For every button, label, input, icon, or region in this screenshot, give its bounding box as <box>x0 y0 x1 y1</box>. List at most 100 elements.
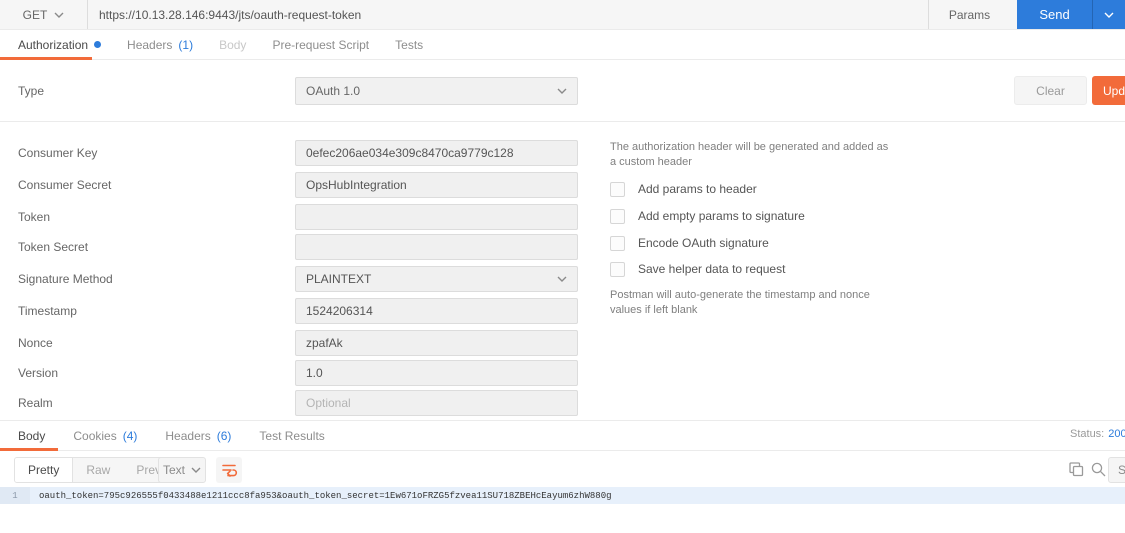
tab-response-headers[interactable]: Headers (6) <box>165 429 231 443</box>
version-input[interactable] <box>295 360 578 386</box>
checkbox-row-add-params-to-header[interactable]: Add params to header <box>610 181 757 197</box>
wrap-text-button[interactable] <box>216 457 242 483</box>
token-secret-label: Token Secret <box>18 240 89 254</box>
realm-input[interactable] <box>295 390 578 416</box>
realm-label: Realm <box>18 396 53 410</box>
consumer-key-label: Consumer Key <box>18 146 98 160</box>
auth-configured-dot-icon <box>94 41 102 48</box>
tab-response-body-label: Body <box>18 428 46 443</box>
checkbox-label: Encode OAuth signature <box>638 236 769 250</box>
version-label: Version <box>18 366 59 380</box>
tab-response-headers-count: (6) <box>216 428 232 443</box>
form-row-consumer-secret: Consumer Secret <box>0 172 600 198</box>
tab-pre-request-script[interactable]: Pre-request Script <box>272 38 369 52</box>
timestamp-label: Timestamp <box>18 304 77 318</box>
timestamp-input[interactable] <box>295 298 578 324</box>
method-dropdown[interactable]: GET <box>0 0 88 29</box>
raw-view-button[interactable]: Raw <box>73 458 123 482</box>
response-format-select[interactable]: Text <box>158 457 206 483</box>
checkbox-icon[interactable] <box>610 235 625 251</box>
send-options-button[interactable] <box>1092 0 1125 29</box>
copy-response-button[interactable] <box>1068 461 1085 478</box>
tab-tests[interactable]: Tests <box>395 38 423 52</box>
tab-response-headers-label: Headers <box>165 428 211 443</box>
search-response-button[interactable] <box>1090 461 1107 478</box>
signature-method-label: Signature Method <box>18 272 113 286</box>
tab-authorization-label: Authorization <box>18 37 89 52</box>
status-value: 200 OK <box>1108 428 1125 440</box>
nonce-label: Nonce <box>18 336 53 350</box>
checkbox-row-encode-oauth-signature[interactable]: Encode OAuth signature <box>610 235 769 251</box>
pretty-view-button[interactable]: Pretty <box>15 458 74 482</box>
form-row-token-secret: Token Secret <box>0 234 600 260</box>
chevron-down-icon <box>557 88 567 94</box>
copy-icon <box>1069 462 1084 477</box>
type-label: Type <box>18 84 45 98</box>
form-row-token: Token <box>0 204 600 230</box>
status-label: Status: <box>1070 428 1105 440</box>
params-button[interactable]: Params <box>928 0 1010 29</box>
auth-header-help-text: The authorization header will be generat… <box>610 141 889 168</box>
line-number[interactable]: 1 <box>0 487 30 504</box>
checkbox-row-add-empty-params[interactable]: Add empty params to signature <box>610 208 805 224</box>
checkbox-icon[interactable] <box>610 181 625 197</box>
nonce-input[interactable] <box>295 330 578 356</box>
token-label: Token <box>18 210 51 224</box>
tab-test-results-label: Test Results <box>259 428 325 443</box>
checkbox-icon[interactable] <box>610 208 625 224</box>
send-button[interactable]: Send <box>1017 0 1092 29</box>
signature-method-value: PLAINTEXT <box>306 272 372 286</box>
autogenerate-help-text: Postman will auto-generate the timestamp… <box>610 289 870 316</box>
tab-test-results[interactable]: Test Results <box>259 429 324 443</box>
save-response-button[interactable]: S <box>1108 457 1125 483</box>
form-row-signature-method: Signature Method PLAINTEXT <box>0 266 600 292</box>
tab-cookies-count: (4) <box>122 428 138 443</box>
tab-prerequest-label: Pre-request Script <box>272 37 370 52</box>
response-body-text[interactable]: oauth_token=795c926555f0433488e1211ccc8f… <box>30 491 612 501</box>
tab-headers-label: Headers <box>127 37 173 52</box>
request-tabs: Authorization Headers (1) Body Pre-reque… <box>0 30 1125 60</box>
response-format-value: Text <box>162 463 185 477</box>
checkbox-row-save-helper-data[interactable]: Save helper data to request <box>610 261 785 277</box>
form-row-nonce: Nonce <box>0 330 600 356</box>
wrap-text-icon <box>222 464 238 477</box>
update-request-button[interactable]: Update <box>1092 76 1125 105</box>
token-secret-input[interactable] <box>295 234 578 260</box>
checkbox-icon[interactable] <box>610 261 625 277</box>
tab-headers-count: (1) <box>178 37 194 52</box>
consumer-secret-input[interactable] <box>295 172 578 198</box>
form-row-version: Version <box>0 360 600 386</box>
chevron-down-icon <box>1104 12 1114 18</box>
tab-cookies-label: Cookies <box>73 428 117 443</box>
clear-button[interactable]: Clear <box>1014 76 1087 105</box>
chevron-down-icon <box>191 467 201 473</box>
tab-response-body[interactable]: Body <box>18 429 45 443</box>
url-input[interactable]: https://10.13.28.146:9443/jts/oauth-requ… <box>88 0 928 29</box>
search-icon <box>1091 462 1106 477</box>
form-row-timestamp: Timestamp <box>0 298 600 324</box>
response-status: Status:200 OK <box>1070 428 1125 440</box>
auth-type-select[interactable]: OAuth 1.0 <box>295 77 578 105</box>
checkbox-label: Save helper data to request <box>638 262 786 276</box>
checkbox-label: Add empty params to signature <box>638 209 805 223</box>
postman-request-window: GET https://10.13.28.146:9443/jts/oauth-… <box>0 0 1125 533</box>
consumer-secret-label: Consumer Secret <box>18 178 112 192</box>
form-row-consumer-key: Consumer Key <box>0 140 600 166</box>
auth-type-value: OAuth 1.0 <box>306 84 361 98</box>
tab-cookies[interactable]: Cookies (4) <box>73 429 137 443</box>
response-tabs: Body Cookies (4) Headers (6) Test Result… <box>0 420 1125 451</box>
consumer-key-input[interactable] <box>295 140 578 166</box>
tab-body-label: Body <box>219 37 247 52</box>
tab-tests-label: Tests <box>395 37 424 52</box>
chevron-down-icon <box>54 12 64 18</box>
section-divider <box>0 121 1125 122</box>
tab-authorization[interactable]: Authorization <box>18 37 102 52</box>
active-tab-underline <box>0 57 92 60</box>
response-toolbar: Pretty Raw Preview Text <box>0 451 1125 487</box>
tab-body[interactable]: Body <box>219 38 246 52</box>
signature-method-select[interactable]: PLAINTEXT <box>295 266 578 292</box>
form-row-realm: Realm <box>0 390 600 416</box>
chevron-down-icon <box>557 276 567 282</box>
token-input[interactable] <box>295 204 578 230</box>
tab-headers[interactable]: Headers (1) <box>127 38 193 52</box>
